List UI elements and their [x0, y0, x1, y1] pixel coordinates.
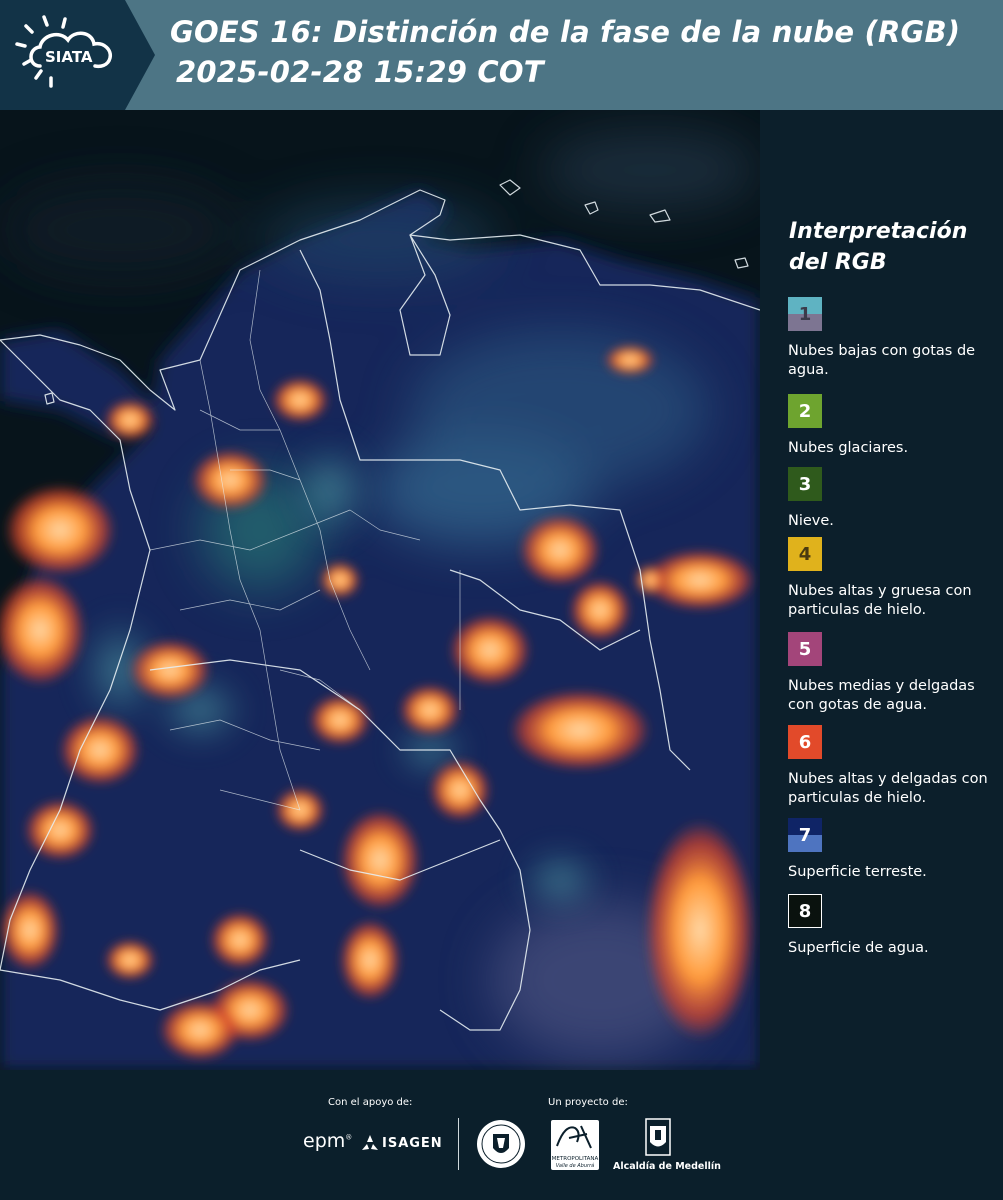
siata-logo-text: SIATA: [45, 48, 93, 66]
legend-swatch-7: 7: [788, 818, 822, 852]
legend-title-line2: del RGB: [789, 250, 887, 275]
university-seal: [475, 1118, 527, 1174]
epm-logo: epm®: [303, 1130, 353, 1152]
rgb-legend: Interpretación del RGB 1 Nubes bajas con…: [760, 110, 1003, 1070]
legend-label-6: Nubes altas y delgadas con particulas de…: [788, 771, 988, 806]
legend-item-8: 8 Superficie de agua.: [788, 894, 1003, 958]
siata-logo-icon: SIATA: [0, 0, 155, 110]
footer-divider: [458, 1118, 459, 1170]
legend-item-4: 4 Nubes altas y gruesa con particulas de…: [788, 537, 1003, 620]
header-bar: SIATA GOES 16: Distinción de la fase de …: [0, 0, 1003, 110]
legend-label-3: Nieve.: [788, 513, 834, 529]
alcaldia-logo: Alcaldía de Medellín: [613, 1118, 721, 1172]
isagen-logo-text: ISAGEN: [382, 1135, 443, 1151]
legend-item-3: 3 Nieve.: [788, 467, 1003, 531]
legend-swatch-5: 5: [788, 632, 822, 666]
legend-title-line1: Interpretación: [789, 219, 968, 244]
legend-label-5: Nubes medias y delgadas con gotas de agu…: [788, 678, 975, 713]
alcaldia-label: Alcaldía de Medellín: [613, 1161, 721, 1172]
legend-label-8: Superficie de agua.: [788, 940, 929, 956]
legend-swatch-6: 6: [788, 725, 822, 759]
legend-label-4: Nubes altas y gruesa con particulas de h…: [788, 583, 972, 618]
legend-swatch-4: 4: [788, 537, 822, 571]
legend-item-7: 7 Superficie terreste.: [788, 818, 1003, 882]
page-timestamp: 2025-02-28 15:29 COT: [176, 55, 544, 89]
epm-logo-text: epm: [303, 1130, 346, 1152]
seal-icon: [477, 1120, 525, 1168]
legend-swatch-2: 2: [788, 394, 822, 428]
legend-item-1: 1 Nubes bajas con gotas de agua.: [788, 297, 1003, 380]
isagen-logo-icon: [362, 1135, 378, 1150]
legend-item-2: 2 Nubes glaciares.: [788, 394, 1003, 458]
area-metropolitana-logo: METROPOLITANA Valle de Aburrá: [551, 1120, 599, 1170]
legend-title: Interpretación del RGB: [789, 216, 989, 278]
area-logo-sub: Valle de Aburrá: [555, 1163, 595, 1169]
legend-label-7: Superficie terreste.: [788, 864, 927, 880]
coat-of-arms-icon: [645, 1118, 671, 1156]
footer: Con el apoyo de: Un proyecto de: epm® IS…: [0, 1070, 1003, 1200]
legend-swatch-3: 3: [788, 467, 822, 501]
area-logo-label: METROPOLITANA: [551, 1156, 599, 1162]
legend-label-1: Nubes bajas con gotas de agua.: [788, 343, 976, 378]
satellite-map-icon: [0, 110, 760, 1070]
support-label: Con el apoyo de:: [328, 1097, 413, 1108]
page-title: GOES 16: Distinción de la fase de la nub…: [170, 15, 961, 49]
legend-item-5: 5 Nubes medias y delgadas con gotas de a…: [788, 632, 1003, 715]
legend-item-6: 6 Nubes altas y delgadas con particulas …: [788, 725, 1003, 808]
isagen-logo: ISAGEN: [360, 1134, 443, 1152]
project-label: Un proyecto de:: [548, 1097, 628, 1108]
area-logo-icon: [556, 1125, 592, 1149]
legend-label-2: Nubes glaciares.: [788, 440, 909, 456]
satellite-map[interactable]: [0, 110, 760, 1070]
siata-logo: SIATA: [0, 0, 155, 110]
legend-swatch-1: 1: [788, 297, 822, 331]
legend-swatch-8: 8: [788, 894, 822, 928]
